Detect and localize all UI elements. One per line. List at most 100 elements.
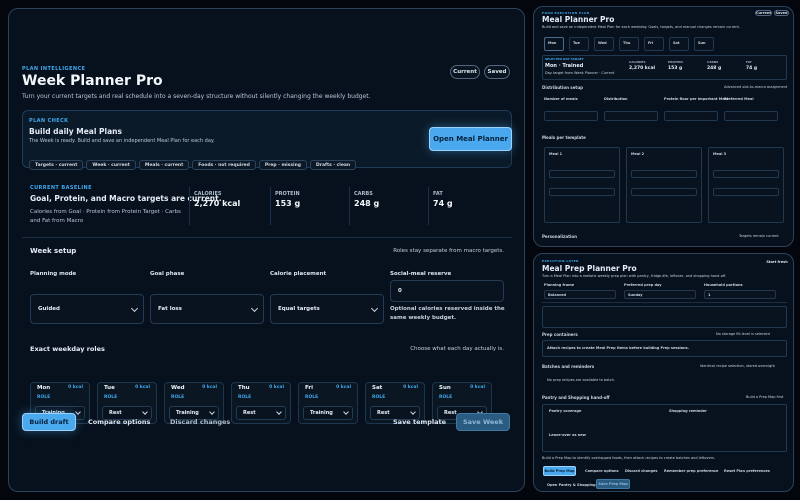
mp-stat-label: CALORIES xyxy=(629,60,646,64)
weekday-name: Thu xyxy=(238,385,250,391)
mp-field-input[interactable] xyxy=(724,111,778,121)
day-tab-fri[interactable]: Fri xyxy=(644,37,664,51)
remember-prep-button[interactable]: Remember prep preference xyxy=(664,469,718,473)
role-label: ROLE xyxy=(37,395,51,400)
mp-field-input[interactable] xyxy=(544,111,598,121)
day-tab-label: Tue xyxy=(573,41,580,45)
prep-containers-note: No storage fill-level is selected xyxy=(716,332,770,336)
week-setup-heading: Week setup xyxy=(30,247,77,255)
pantry-heading: Pantry and Shopping hand-off xyxy=(542,395,610,400)
discard-changes-button[interactable]: Discard changes xyxy=(170,418,230,426)
chip-week: Week · current xyxy=(86,160,136,170)
role-value: Rest xyxy=(109,410,122,416)
day-tab-label: Sun xyxy=(698,41,706,45)
distribution-note: Advanced slot-to-macro assignment xyxy=(724,85,788,89)
role-label: ROLE xyxy=(305,395,319,400)
weekday-name: Tue xyxy=(104,385,115,391)
meal-prep-eyebrow: EXECUTION LAYER xyxy=(542,259,579,263)
mpp-field-label: Planning frame xyxy=(544,283,575,287)
divider xyxy=(542,302,787,303)
current-button[interactable]: Current xyxy=(450,65,480,79)
meal-macro-select[interactable] xyxy=(713,188,779,196)
weekday-name: Wed xyxy=(171,385,185,391)
weekday-card-thu: Thu 0 kcal ROLE Rest xyxy=(231,382,291,424)
day-tab-tue[interactable]: Tue xyxy=(569,37,589,51)
save-prep-map-button[interactable]: Save Prep Map xyxy=(596,479,630,489)
meal-card-title: Meal 3 xyxy=(713,152,727,156)
meal-planner-title: Meal Planner Pro xyxy=(542,15,615,24)
calorie-placement-select[interactable]: Equal targets xyxy=(270,294,384,324)
day-tab-sun[interactable]: Sun xyxy=(694,37,714,51)
meal-macro-select[interactable] xyxy=(631,188,697,196)
chip-foods: Foods · not required xyxy=(192,160,256,170)
meal-slot-select[interactable] xyxy=(631,170,697,178)
mp-stat-value: 74 g xyxy=(746,66,758,71)
day-tab-label: Thu xyxy=(623,41,631,45)
baseline-heading: Goal, Protein, and Macro targets are cur… xyxy=(30,194,222,203)
personalization-note: Targets remain current xyxy=(739,234,779,238)
chevron-down-icon xyxy=(276,409,282,415)
chevron-down-icon xyxy=(130,304,139,313)
mpp-field-select[interactable]: 1 xyxy=(704,290,776,299)
day-tab-mon[interactable]: Mon xyxy=(544,37,564,51)
mp-current-button[interactable]: Current xyxy=(755,10,772,16)
build-draft-button[interactable]: Build draft xyxy=(22,413,76,431)
meal-card-title: Meal 1 xyxy=(549,152,563,156)
day-tab-sat[interactable]: Sat xyxy=(669,37,689,51)
chevron-down-icon xyxy=(142,409,148,415)
day-tab-thu[interactable]: Thu xyxy=(619,37,639,51)
meal-slot-select[interactable] xyxy=(549,170,615,178)
save-template-button[interactable]: Save template xyxy=(393,418,446,426)
planning-mode-select[interactable]: Guided xyxy=(30,294,144,324)
open-pantry-link[interactable]: Open Pantry & Shopping xyxy=(547,483,596,487)
chevron-down-icon xyxy=(75,409,81,415)
prep-containers-heading: Prep containers xyxy=(542,332,578,337)
goal-phase-value: Fat loss xyxy=(158,306,182,312)
planning-mode-label: Planning mode xyxy=(30,271,77,277)
mp-saved-button[interactable]: Saved xyxy=(774,10,789,16)
saved-button[interactable]: Saved xyxy=(484,65,510,79)
compare-options-button[interactable]: Compare options xyxy=(88,418,150,426)
day-tab-wed[interactable]: Wed xyxy=(594,37,614,51)
open-meal-planner-button[interactable]: Open Meal Planner xyxy=(429,127,512,151)
mpp-discard-button[interactable]: Discard changes xyxy=(625,469,657,473)
reset-plan-button[interactable]: Reset Plan preferences xyxy=(724,469,770,473)
baseline-eyebrow: CURRENT BASELINE xyxy=(30,185,92,191)
mp-field-label: Number of meals xyxy=(544,97,578,101)
mpp-field-label: Household portions xyxy=(704,283,743,287)
day-tab-label: Mon xyxy=(548,41,557,45)
build-prep-map-button[interactable]: Build Prep Map xyxy=(543,466,576,476)
role-value: Training xyxy=(310,410,333,416)
meal-card-title: Meal 2 xyxy=(631,152,645,156)
mpp-field-select[interactable]: Balanced xyxy=(544,290,616,299)
stat-carbs-label: CARBS xyxy=(354,191,373,197)
mpp-compare-button[interactable]: Compare options xyxy=(585,469,619,473)
social-meal-reserve-value: 0 xyxy=(398,288,402,294)
weekday-name: Fri xyxy=(305,385,314,391)
role-select[interactable]: Rest xyxy=(236,406,286,420)
social-meal-reserve-input[interactable]: 0 xyxy=(390,280,504,302)
mp-field-input[interactable] xyxy=(664,111,718,121)
mpp-field-select[interactable]: Sunday xyxy=(624,290,696,299)
start-fresh-button[interactable]: Start fresh xyxy=(766,258,788,265)
batches-note: Identical recipe selection, stored overn… xyxy=(700,364,775,368)
page-title: Week Planner Pro xyxy=(22,73,163,89)
meal-slot-select[interactable] xyxy=(713,170,779,178)
day-tab-label: Sat xyxy=(673,41,680,45)
role-value: Rest xyxy=(377,410,390,416)
day-tab-label: Fri xyxy=(648,41,654,45)
meal-macro-select[interactable] xyxy=(549,188,615,196)
stat-protein-label: PROTEIN xyxy=(275,191,300,197)
mp-field-input[interactable] xyxy=(604,111,658,121)
weekday-kcal: 0 kcal xyxy=(269,385,284,390)
chevron-down-icon xyxy=(209,409,215,415)
goal-phase-select[interactable]: Fat loss xyxy=(150,294,264,324)
divider xyxy=(428,187,429,225)
meal-card: Meal 3 xyxy=(708,147,784,223)
role-select[interactable]: Training xyxy=(303,406,353,420)
role-value: Rest xyxy=(444,410,457,416)
chevron-down-icon xyxy=(250,304,259,313)
save-week-button[interactable]: Save Week xyxy=(456,413,510,431)
shopping-reminder-label: Shopping reminder xyxy=(669,409,707,413)
weekday-roles-heading: Exact weekday roles xyxy=(30,345,105,353)
